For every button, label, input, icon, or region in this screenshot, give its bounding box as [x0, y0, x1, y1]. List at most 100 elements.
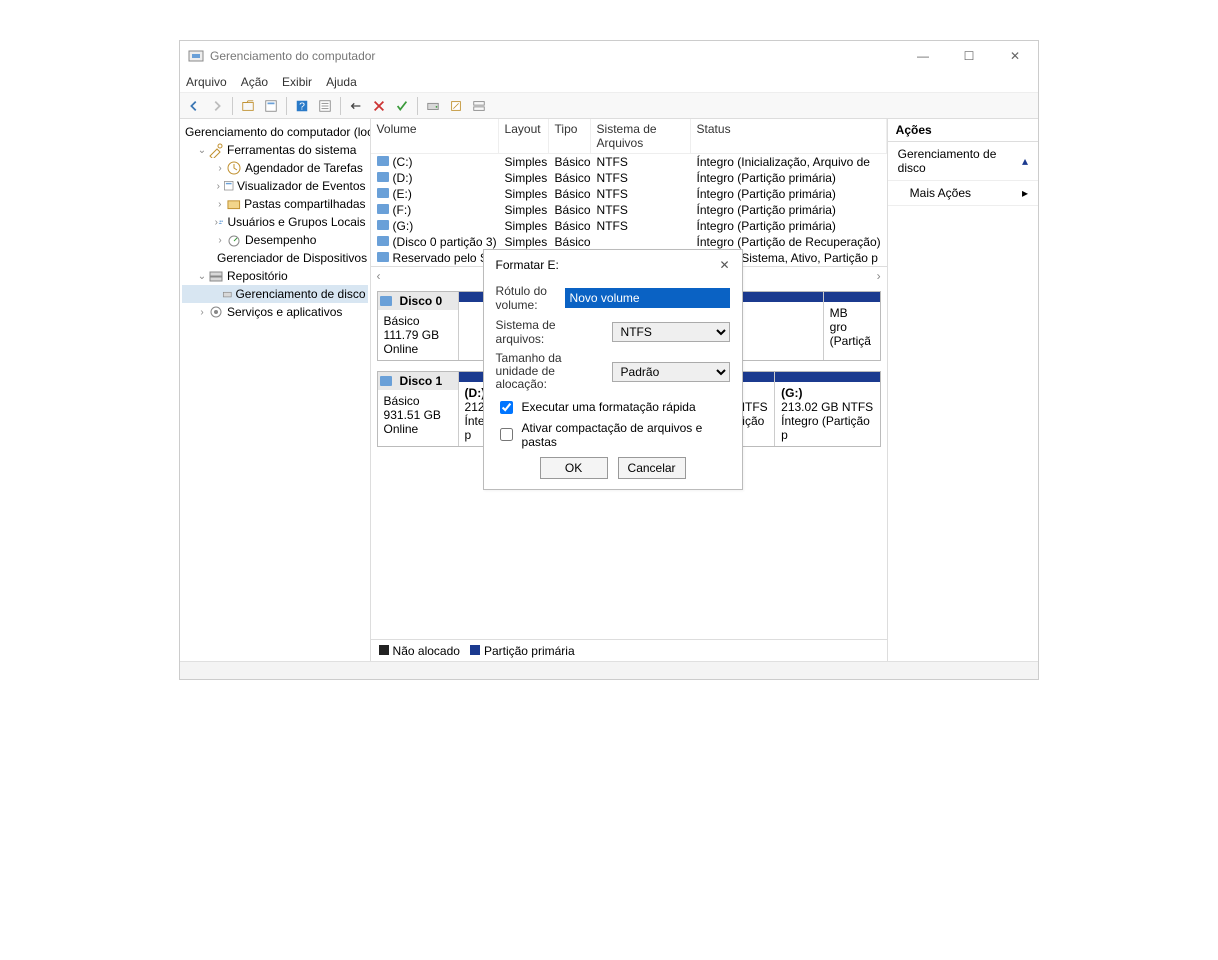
allocation-label: Tamanho da unidade de alocação:	[496, 352, 604, 392]
disk-icon	[380, 376, 392, 386]
compression-checkbox[interactable]	[500, 428, 513, 441]
minimize-button[interactable]: —	[908, 49, 938, 63]
table-row[interactable]: (Disco 0 partição 3)SimplesBásicoÍntegro…	[371, 234, 887, 250]
legend: Não alocado Partição primária	[371, 639, 887, 661]
events-icon	[223, 178, 234, 194]
main-window: Gerenciamento do computador — ☐ ✕ Arquiv…	[179, 40, 1039, 680]
volume-icon	[377, 252, 389, 262]
col-filesystem[interactable]: Sistema de Arquivos	[591, 119, 691, 153]
menu-ajuda[interactable]: Ajuda	[326, 75, 357, 89]
legend-unallocated-swatch	[379, 645, 389, 655]
disk-management-icon	[222, 286, 233, 302]
menu-acao[interactable]: Ação	[241, 75, 268, 89]
volume-icon	[377, 172, 389, 182]
volume-icon	[377, 204, 389, 214]
filesystem-select[interactable]: NTFS	[612, 322, 730, 342]
window-title: Gerenciamento do computador	[210, 49, 908, 63]
tree-eventos[interactable]: › Visualizador de Eventos	[182, 177, 368, 195]
up-icon[interactable]	[238, 96, 258, 116]
chevron-right-icon[interactable]: ›	[214, 181, 223, 192]
actions-disk-management[interactable]: Gerenciamento de disco ▴	[888, 142, 1038, 181]
chevron-right-icon: ▸	[1022, 186, 1028, 200]
volume-icon	[377, 188, 389, 198]
actions-header: Ações	[888, 119, 1038, 142]
actions-more[interactable]: Mais Ações ▸	[888, 181, 1038, 206]
tree-usuarios[interactable]: › Usuários e Grupos Locais	[182, 213, 368, 231]
volume-icon	[377, 220, 389, 230]
storage-icon	[208, 268, 224, 284]
disk-0-title: Disco 0	[400, 294, 443, 308]
volume-icon	[377, 236, 389, 246]
actions-pane: Ações Gerenciamento de disco ▴ Mais Açõe…	[888, 119, 1038, 661]
col-volume[interactable]: Volume	[371, 119, 499, 153]
back-icon[interactable]	[184, 96, 204, 116]
volume-icon	[377, 156, 389, 166]
chevron-down-icon[interactable]: ⌄	[196, 271, 208, 282]
dialog-close-icon[interactable]: ✕	[719, 258, 729, 272]
menu-arquivo[interactable]: Arquivo	[186, 75, 227, 89]
toolbar: ?	[180, 93, 1038, 119]
maximize-button[interactable]: ☐	[954, 49, 984, 63]
scroll-right-icon[interactable]: ›	[877, 269, 881, 283]
table-row[interactable]: (F:)SimplesBásicoNTFSÍntegro (Partição p…	[371, 202, 887, 218]
shared-folder-icon	[226, 196, 242, 212]
tools-icon	[208, 142, 224, 158]
menu-exibir[interactable]: Exibir	[282, 75, 312, 89]
partition-g[interactable]: (G:) 213.02 GB NTFS Íntegro (Partição p	[774, 372, 880, 446]
quick-format-label: Executar uma formatação rápida	[522, 400, 696, 414]
table-row[interactable]: (D:)SimplesBásicoNTFSÍntegro (Partição p…	[371, 170, 887, 186]
chevron-right-icon[interactable]: ›	[196, 307, 208, 318]
tree-repositorio[interactable]: ⌄ Repositório	[182, 267, 368, 285]
svg-text:?: ?	[299, 100, 305, 112]
forward-icon[interactable]	[207, 96, 227, 116]
format-dialog: Formatar E: ✕ Rótulo do volume: Sistema …	[483, 249, 743, 490]
filesystem-label: Sistema de arquivos:	[496, 318, 604, 346]
main-pane: Volume Layout Tipo Sistema de Arquivos S…	[371, 119, 888, 661]
cancel-button[interactable]: Cancelar	[618, 457, 686, 479]
tree-servicos[interactable]: › Serviços e aplicativos	[182, 303, 368, 321]
check-icon[interactable]	[392, 96, 412, 116]
services-icon	[208, 304, 224, 320]
clock-icon	[226, 160, 242, 176]
allocation-select[interactable]: Padrão	[612, 362, 730, 382]
col-layout[interactable]: Layout	[499, 119, 549, 153]
volume-label-label: Rótulo do volume:	[496, 284, 557, 312]
wizard-icon[interactable]	[446, 96, 466, 116]
tree-dispositivos[interactable]: Gerenciador de Dispositivos	[182, 249, 368, 267]
menubar: Arquivo Ação Exibir Ajuda	[180, 71, 1038, 93]
tree-desempenho[interactable]: › Desempenho	[182, 231, 368, 249]
scroll-left-icon[interactable]: ‹	[377, 269, 381, 283]
disk0-partition-tail[interactable]: MB gro (Partiçã	[823, 292, 880, 360]
table-row[interactable]: (C:)SimplesBásicoNTFSÍntegro (Inicializa…	[371, 154, 887, 170]
titlebar: Gerenciamento do computador — ☐ ✕	[180, 41, 1038, 71]
ok-button[interactable]: OK	[540, 457, 608, 479]
close-button[interactable]: ✕	[1000, 49, 1030, 63]
chevron-right-icon[interactable]: ›	[214, 235, 226, 246]
quick-format-checkbox[interactable]	[500, 401, 513, 414]
help-icon[interactable]: ?	[292, 96, 312, 116]
col-status[interactable]: Status	[691, 119, 887, 153]
col-tipo[interactable]: Tipo	[549, 119, 591, 153]
tree-pastas[interactable]: › Pastas compartilhadas	[182, 195, 368, 213]
app-icon	[188, 48, 204, 64]
view-icon[interactable]	[469, 96, 489, 116]
table-row[interactable]: (G:)SimplesBásicoNTFSÍntegro (Partição p…	[371, 218, 887, 234]
properties-icon[interactable]	[261, 96, 281, 116]
tree-ferramentas[interactable]: ⌄ Ferramentas do sistema	[182, 141, 368, 159]
chevron-down-icon[interactable]: ⌄	[196, 145, 208, 156]
compression-label: Ativar compactação de arquivos e pastas	[522, 421, 730, 449]
refresh-list-icon[interactable]	[315, 96, 335, 116]
volume-label-input[interactable]	[565, 288, 730, 308]
chevron-right-icon[interactable]: ›	[214, 163, 226, 174]
users-icon	[218, 214, 224, 230]
tree-agendador[interactable]: › Agendador de Tarefas	[182, 159, 368, 177]
tree-gerenciamento-disco[interactable]: Gerenciamento de disco	[182, 285, 368, 303]
dialog-title: Formatar E:	[496, 258, 559, 272]
legend-primary-swatch	[470, 645, 480, 655]
table-row[interactable]: (E:)SimplesBásicoNTFSÍntegro (Partição p…	[371, 186, 887, 202]
tree-root[interactable]: Gerenciamento do computador (local)	[182, 123, 368, 141]
eject-icon[interactable]	[346, 96, 366, 116]
delete-icon[interactable]	[369, 96, 389, 116]
chevron-right-icon[interactable]: ›	[214, 199, 226, 210]
disk-icon[interactable]	[423, 96, 443, 116]
